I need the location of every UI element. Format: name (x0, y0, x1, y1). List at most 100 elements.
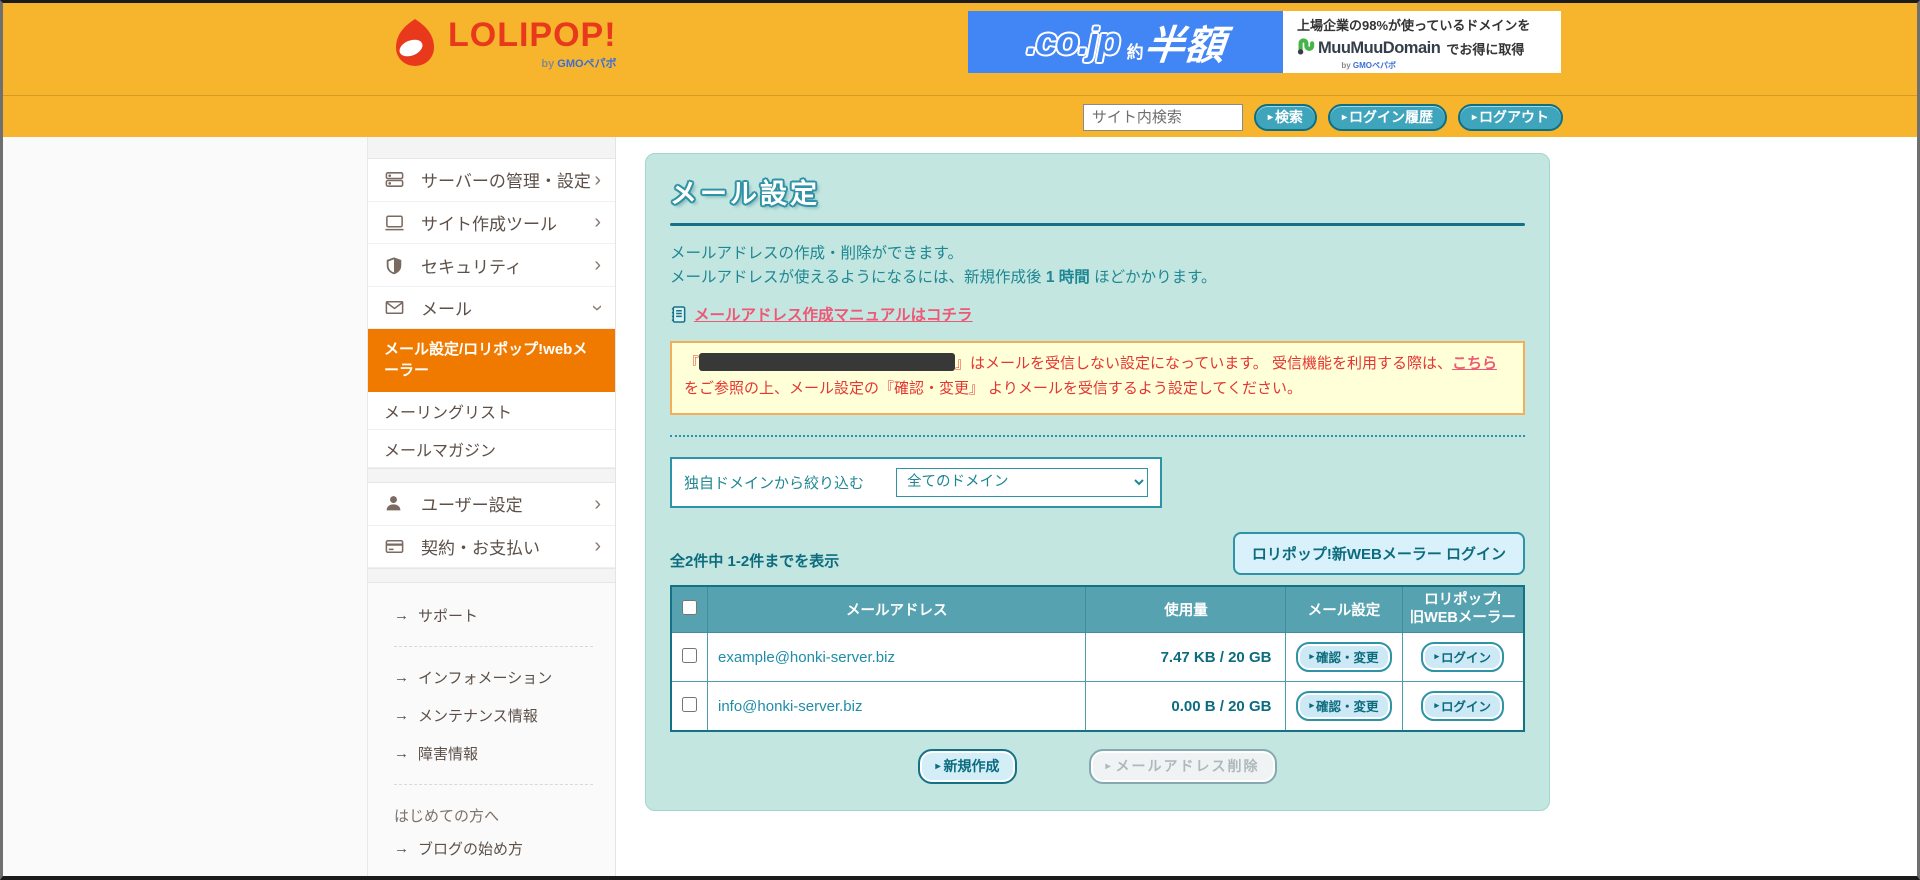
banner-hangaku-text: 半額 (1141, 24, 1227, 68)
login-history-button[interactable]: ▸ ログイン履歴 (1327, 104, 1447, 131)
button-arrow-icon: ▸ (1341, 111, 1347, 123)
old-webmailer-login-button[interactable]: ▸ ログイン (1421, 642, 1505, 673)
select-all-checkbox[interactable] (682, 599, 697, 615)
confirm-change-button[interactable]: ▸ 確認・変更 (1296, 691, 1392, 722)
banner-cojp-text: .co.jp (1026, 20, 1120, 63)
domain-filter-select[interactable]: 全てのドメイン (896, 467, 1148, 497)
old-webmailer-login-button[interactable]: ▸ ログイン (1421, 691, 1505, 722)
usage-value: 7.47 KB / 20 GB (1085, 632, 1287, 683)
sidebar-separator (368, 468, 615, 484)
notice-link[interactable]: こちら (1452, 355, 1497, 372)
sidebar-item-site-tools[interactable]: サイト作成ツール › (368, 201, 615, 245)
muumuu-brand-text: MuuMuuDomain (1318, 39, 1441, 57)
sidebar-item-billing[interactable]: 契約・お支払い › (368, 525, 615, 569)
row-checkbox[interactable] (682, 647, 697, 663)
sidebar-link-blog-start[interactable]: → ブログの始め方 (394, 838, 599, 859)
arrow-right-icon: → (394, 744, 409, 762)
arrow-right-icon: → (394, 706, 409, 724)
table-row: info@honki-server.biz 0.00 B / 20 GB ▸ 確… (670, 681, 1525, 732)
chevron-down-icon: › (586, 304, 609, 311)
description-line-1: メールアドレスの作成・削除ができます。 (670, 245, 963, 262)
arrow-right-icon: → (394, 668, 409, 686)
header-usage: 使用量 (1085, 585, 1287, 634)
sidebar-links-section: → サポート → インフォメーション → メンテナンス情報 → 障害情報 はじめ… (368, 582, 615, 876)
domain-ad-banner[interactable]: .co.jp 約 半額 上場企業の98%が使っているドメインを MuuMuuDo… (968, 11, 1561, 73)
manual-document-icon (670, 305, 687, 324)
header-old-webmailer: ロリポップ! 旧WEBメーラー (1401, 585, 1525, 634)
create-new-button[interactable]: ▸ 新規作成 (918, 749, 1017, 785)
manual-link[interactable]: メールアドレス作成マニュアルはコチラ (694, 303, 973, 325)
sidebar-nav: サーバーの管理・設定 › サイト作成ツール › セキュリティ › メール › メ… (368, 137, 616, 876)
page-title: メール設定 (670, 179, 820, 209)
sidebar-item-mail-magazine[interactable]: メールマガジン (368, 430, 615, 469)
table-header-row: メールアドレス 使用量 メール設定 ロリポップ! 旧WEBメーラー (670, 585, 1525, 634)
chevron-right-icon: › (594, 168, 601, 191)
sidebar-item-label: 契約・お支払い (421, 538, 540, 558)
main-content: メール設定 メールアドレスの作成・削除ができます。 メールアドレスが使えるように… (616, 137, 1917, 876)
sidebar-link-maintenance[interactable]: → メンテナンス情報 (394, 705, 599, 726)
header-mail-setting: メール設定 (1285, 585, 1403, 634)
sidebar-item-label: ユーザー設定 (421, 496, 523, 516)
banner-yaku-text: 約 (1126, 42, 1144, 62)
banner-headline: 上場企業の98%が使っているドメインを (1297, 18, 1531, 33)
site-header: LOLIPOP! by GMOペパボ .co.jp 約 半額 上場企業の98%が… (3, 3, 1917, 137)
button-arrow-icon: ▸ (1434, 700, 1439, 711)
left-margin-area (3, 137, 368, 876)
sidebar-item-security[interactable]: セキュリティ › (368, 244, 615, 287)
button-arrow-icon: ▸ (1105, 760, 1113, 772)
sidebar-item-label: メール (421, 300, 472, 320)
chevron-right-icon: › (594, 254, 601, 276)
confirm-change-button[interactable]: ▸ 確認・変更 (1296, 642, 1392, 673)
sidebar-separator (368, 568, 615, 583)
arrow-right-icon: → (394, 606, 409, 624)
new-webmailer-login-button[interactable]: ロリポップ!新WEBメーラー ログイン (1232, 531, 1525, 575)
arrow-right-icon: → (394, 839, 409, 857)
site-search-bar: ▸ 検索 ▸ ログイン履歴 ▸ ログアウト (1082, 104, 1563, 131)
sidebar-item-mail-settings-active[interactable]: メール設定/ロリポップ!webメーラー (368, 329, 615, 393)
row-checkbox[interactable] (682, 696, 697, 712)
description-line-2: メールアドレスが使えるようになるには、新規作成後 1 時間 ほどかかります。 (670, 269, 1217, 287)
button-arrow-icon: ▸ (1309, 651, 1314, 662)
header-divider (3, 95, 1917, 96)
sidebar-item-mailing-list[interactable]: メーリングリスト (368, 392, 615, 431)
logout-button[interactable]: ▸ ログアウト (1457, 104, 1563, 131)
button-arrow-icon: ▸ (935, 760, 941, 772)
dotted-divider (670, 434, 1525, 437)
result-count-text: 全2件中 1-2件までを表示 (670, 552, 840, 570)
sidebar-item-label: サイト作成ツール (421, 214, 557, 234)
redacted-domain (699, 353, 956, 372)
site-search-input[interactable] (1082, 104, 1243, 131)
muumuu-logo-icon (1297, 37, 1315, 60)
banner-white-section: 上場企業の98%が使っているドメインを MuuMuuDomain by GMOペ… (1283, 11, 1561, 73)
sidebar-item-user-settings[interactable]: ユーザー設定 › (368, 483, 615, 526)
domain-filter-box: 独自ドメインから絞り込む 全てのドメイン (670, 456, 1162, 508)
sidebar-link-incidents[interactable]: → 障害情報 (394, 743, 599, 764)
dashed-divider (394, 645, 593, 647)
credit-card-icon (384, 536, 408, 557)
logo-text: LOLIPOP! (448, 16, 617, 54)
muumuu-byline: by GMOペパボ (1341, 61, 1396, 70)
email-address-link[interactable]: info@honki-server.biz (706, 681, 1087, 732)
search-button[interactable]: ▸ 検索 (1253, 104, 1317, 131)
delete-address-button[interactable]: ▸ メールアドレス削除 (1088, 749, 1277, 785)
sidebar-item-server-settings[interactable]: サーバーの管理・設定 › (368, 159, 615, 202)
sidebar-link-support[interactable]: → サポート (394, 605, 599, 626)
chevron-right-icon: › (594, 211, 601, 234)
email-address-link[interactable]: example@honki-server.biz (706, 632, 1087, 683)
sidebar-top-strip (368, 137, 615, 160)
mail-settings-panel: メール設定 メールアドレスの作成・削除ができます。 メールアドレスが使えるように… (645, 153, 1550, 812)
sidebar-item-mail[interactable]: メール › (368, 286, 615, 330)
monitor-icon (384, 212, 408, 233)
server-icon (384, 169, 408, 190)
chevron-right-icon: › (594, 535, 601, 558)
usage-value: 0.00 B / 20 GB (1085, 681, 1287, 732)
banner-suffix-text: でお得に取得 (1446, 42, 1525, 57)
beginner-heading: はじめての方へ (394, 807, 500, 825)
banner-blue-section: .co.jp 約 半額 (968, 11, 1283, 73)
domain-filter-label: 独自ドメインから絞り込む (684, 474, 865, 492)
table-row: example@honki-server.biz 7.47 KB / 20 GB… (670, 632, 1525, 683)
lolipop-logo[interactable]: LOLIPOP! by GMOペパボ (392, 17, 617, 72)
sidebar-link-information[interactable]: → インフォメーション (394, 667, 599, 688)
mail-icon (384, 297, 408, 318)
header-email: メールアドレス (706, 585, 1087, 634)
